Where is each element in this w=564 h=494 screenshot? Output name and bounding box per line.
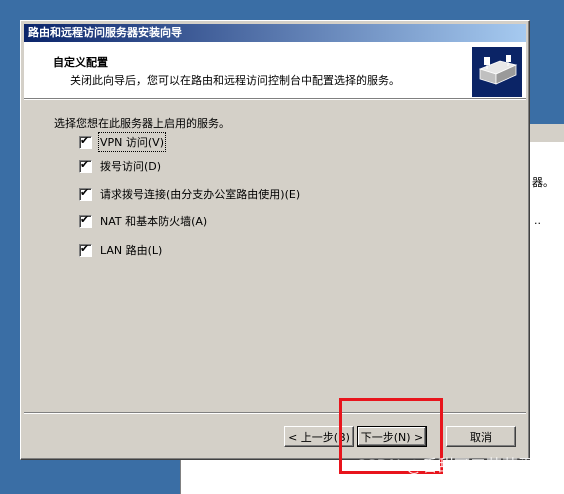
- checkmark-icon: ✔: [80, 185, 90, 199]
- header-separator: [24, 99, 526, 100]
- service-checkbox-dialup[interactable]: ✔ 拨号访问(D): [79, 158, 161, 174]
- checkbox-box[interactable]: ✔: [79, 133, 92, 149]
- checkmark-icon: ✔: [80, 157, 90, 171]
- watermark: CSDN @香甜可口草莓蛋糕: [355, 456, 550, 475]
- background-text-fragment-2: ..: [534, 214, 541, 227]
- wizard-header: 自定义配置 关闭此向导后，您可以在路由和远程访问控制台中配置选择的服务。: [24, 42, 526, 99]
- service-checkbox-demand-dial[interactable]: ✔ 请求拨号连接(由分支办公室路由使用)(E): [79, 186, 300, 202]
- services-prompt: 选择您想在此服务器上启用的服务。: [54, 117, 230, 130]
- header-description: 关闭此向导后，您可以在路由和远程访问控制台中配置选择的服务。: [70, 74, 400, 87]
- checkbox-label-nat[interactable]: NAT 和基本防火墙(A): [100, 213, 207, 229]
- service-checkbox-nat[interactable]: ✔ NAT 和基本防火墙(A): [79, 213, 207, 229]
- service-checkbox-lan-routing[interactable]: ✔ LAN 路由(L): [79, 242, 162, 258]
- checkbox-box[interactable]: ✔: [79, 157, 92, 173]
- wizard-dialog: 路由和远程访问服务器安装向导 自定义配置 关闭此向导后，您可以在路由和远程访问控…: [20, 20, 530, 460]
- footer-separator-highlight: [24, 413, 526, 414]
- background-text-fragment-1: 器。: [532, 176, 554, 189]
- checkmark-icon: ✔: [80, 241, 90, 255]
- checkbox-label-demand-dial[interactable]: 请求拨号连接(由分支办公室路由使用)(E): [100, 186, 300, 202]
- checkbox-box[interactable]: ✔: [79, 185, 92, 201]
- service-checkbox-vpn[interactable]: ✔ VPN 访问(V): [79, 132, 166, 152]
- router-wizard-icon: [472, 47, 522, 97]
- checkmark-icon: ✔: [80, 212, 90, 226]
- header-title: 自定义配置: [53, 56, 108, 69]
- checkbox-label-lan-routing[interactable]: LAN 路由(L): [100, 242, 162, 258]
- cancel-button[interactable]: 取消: [446, 426, 516, 447]
- checkmark-icon: ✔: [80, 133, 90, 147]
- checkbox-label-dialup[interactable]: 拨号访问(D): [100, 158, 161, 174]
- checkbox-box[interactable]: ✔: [79, 241, 92, 257]
- dialog-titlebar[interactable]: 路由和远程访问服务器安装向导: [24, 24, 526, 42]
- checkbox-box[interactable]: ✔: [79, 212, 92, 228]
- checkbox-label-vpn[interactable]: VPN 访问(V): [98, 132, 166, 152]
